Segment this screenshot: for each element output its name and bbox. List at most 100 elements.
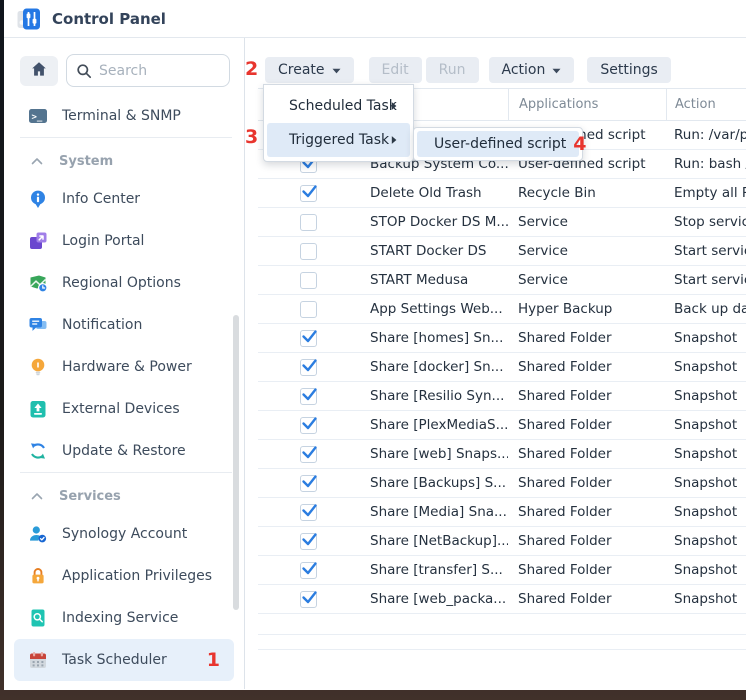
- cell-task-name: STOP Docker DS M...: [370, 208, 508, 236]
- cell-application: Shared Folder: [508, 382, 666, 410]
- table-row[interactable]: Share [homes] Sn...Shared FolderSnapshot: [258, 324, 746, 353]
- table-row[interactable]: START MedusaServiceStart servic: [258, 266, 746, 295]
- task-checkbox[interactable]: [300, 272, 317, 289]
- cell-checkbox: [258, 179, 370, 207]
- sidebar-section-services[interactable]: Services: [4, 479, 244, 513]
- task-table: Applications Action User-defined scriptR…: [258, 88, 746, 650]
- sidebar-item-regional-options[interactable]: Regional Options: [4, 262, 244, 304]
- cell-checkbox: [258, 527, 370, 555]
- task-checkbox[interactable]: [300, 388, 317, 405]
- menu-item-scheduled-task[interactable]: Scheduled Task: [267, 89, 410, 123]
- sidebar-section-label: System: [59, 154, 113, 169]
- cell-task-name: Share [docker] Sn...: [370, 353, 508, 381]
- submenu-item-user-defined-script[interactable]: User-defined script4: [417, 131, 579, 157]
- sidebar-item-notification[interactable]: Notification: [4, 304, 244, 346]
- task-checkbox[interactable]: [300, 330, 317, 347]
- cell-action: Snapshot: [666, 324, 746, 352]
- cell-application: Hyper Backup: [508, 295, 666, 323]
- table-row[interactable]: Share [Resilio Syn...Shared FolderSnapsh…: [258, 382, 746, 411]
- empty-row: [258, 635, 746, 650]
- cell-application: Shared Folder: [508, 353, 666, 381]
- task-checkbox[interactable]: [300, 359, 317, 376]
- sidebar-item-task-scheduler[interactable]: Task Scheduler1: [14, 639, 234, 681]
- sidebar-item-login-portal[interactable]: Login Portal: [4, 220, 244, 262]
- sidebar-item-label: Task Scheduler: [62, 652, 167, 668]
- create-submenu: User-defined script4: [413, 127, 583, 161]
- sidebar-item-terminal-snmp[interactable]: >_ Terminal & SNMP: [4, 95, 244, 137]
- notification-icon: [28, 315, 48, 335]
- table-row[interactable]: START Docker DSServiceStart servic: [258, 237, 746, 266]
- cell-task-name: START Docker DS: [370, 237, 508, 265]
- cell-action: Snapshot: [666, 527, 746, 555]
- cell-action: Snapshot: [666, 498, 746, 526]
- sidebar-item-update-restore[interactable]: Update & Restore: [4, 430, 244, 472]
- svg-text:>_: >_: [32, 113, 43, 123]
- menu-item-label: Triggered Task: [289, 132, 389, 148]
- header-action[interactable]: Action: [666, 89, 746, 120]
- table-body: User-defined scriptRun: /var/pBackup Sys…: [258, 121, 746, 614]
- menu-item-label: Scheduled Task: [289, 98, 397, 114]
- search-icon: [76, 63, 92, 79]
- search-input[interactable]: [99, 63, 229, 79]
- menu-item-triggered-task[interactable]: Triggered Task: [267, 123, 410, 157]
- settings-button[interactable]: Settings: [587, 57, 670, 83]
- search-box[interactable]: [66, 54, 230, 87]
- create-button[interactable]: Create: [265, 57, 354, 83]
- task-checkbox[interactable]: [300, 214, 317, 231]
- task-checkbox[interactable]: [300, 446, 317, 463]
- cell-action: Empty all R: [666, 179, 746, 207]
- table-row[interactable]: Share [web_packa...Shared FolderSnapshot: [258, 585, 746, 614]
- home-icon: [29, 59, 49, 83]
- update-restore-icon: [28, 441, 48, 461]
- task-checkbox[interactable]: [300, 475, 317, 492]
- task-checkbox[interactable]: [300, 562, 317, 579]
- sidebar: >_ Terminal & SNMP System Info Center Login …: [4, 38, 245, 689]
- cell-task-name: Share [homes] Sn...: [370, 324, 508, 352]
- header-applications[interactable]: Applications: [508, 89, 666, 120]
- task-checkbox[interactable]: [300, 417, 317, 434]
- task-checkbox[interactable]: [300, 533, 317, 550]
- cell-checkbox: [258, 585, 370, 613]
- sidebar-section-system[interactable]: System: [4, 144, 244, 178]
- sidebar-item-application-privileges[interactable]: Application Privileges: [4, 555, 244, 597]
- table-row[interactable]: Share [Media] Sna...Shared FolderSnapsho…: [258, 498, 746, 527]
- sidebar-scrollbar[interactable]: [233, 315, 239, 610]
- cell-application: Shared Folder: [508, 556, 666, 584]
- table-row[interactable]: Delete Old TrashRecycle BinEmpty all R: [258, 179, 746, 208]
- table-row[interactable]: Share [PlexMediaS...Shared FolderSnapsho…: [258, 411, 746, 440]
- cell-task-name: Delete Old Trash: [370, 179, 508, 207]
- action-button[interactable]: Action: [489, 57, 575, 83]
- toolbar-button-label: Edit: [382, 62, 409, 78]
- sidebar-item-label: Terminal & SNMP: [62, 108, 181, 124]
- sidebar-item-synology-account[interactable]: Synology Account: [4, 513, 244, 555]
- cell-action: Snapshot: [666, 382, 746, 410]
- table-row[interactable]: STOP Docker DS M...ServiceStop servic: [258, 208, 746, 237]
- task-checkbox[interactable]: [300, 185, 317, 202]
- sidebar-divider: [20, 137, 232, 138]
- task-checkbox[interactable]: [300, 591, 317, 608]
- cell-task-name: Share [transfer] S...: [370, 556, 508, 584]
- table-row[interactable]: Share [transfer] S...Shared FolderSnapsh…: [258, 556, 746, 585]
- task-checkbox[interactable]: [300, 504, 317, 521]
- sidebar-item-external-devices[interactable]: External Devices: [4, 388, 244, 430]
- cell-application: Shared Folder: [508, 411, 666, 439]
- application-privileges-icon: [28, 566, 48, 586]
- create-menu: Scheduled Task Triggered Task: [263, 84, 414, 162]
- cell-checkbox: [258, 382, 370, 410]
- sidebar-item-info-center[interactable]: Info Center: [4, 178, 244, 220]
- task-checkbox[interactable]: [300, 301, 317, 318]
- task-checkbox[interactable]: [300, 243, 317, 260]
- sidebar-item-indexing-service[interactable]: Indexing Service: [4, 597, 244, 639]
- toolbar: CreateEditRunActionSettings: [245, 38, 746, 88]
- cell-application: Shared Folder: [508, 585, 666, 613]
- table-row[interactable]: Share [docker] Sn...Shared FolderSnapsho…: [258, 353, 746, 382]
- home-button[interactable]: [20, 56, 58, 86]
- cell-application: Service: [508, 266, 666, 294]
- cell-task-name: Share [web_packa...: [370, 585, 508, 613]
- table-row[interactable]: Share [NetBackup]...Shared FolderSnapsho…: [258, 527, 746, 556]
- sidebar-item-hardware-power[interactable]: Hardware & Power: [4, 346, 244, 388]
- table-row[interactable]: Share [web] Snaps...Shared FolderSnapsho…: [258, 440, 746, 469]
- table-row[interactable]: Share [Backups] S...Shared FolderSnapsho…: [258, 469, 746, 498]
- sidebar-item-label: Info Center: [62, 191, 140, 207]
- table-row[interactable]: App Settings Web...Hyper BackupBack up d…: [258, 295, 746, 324]
